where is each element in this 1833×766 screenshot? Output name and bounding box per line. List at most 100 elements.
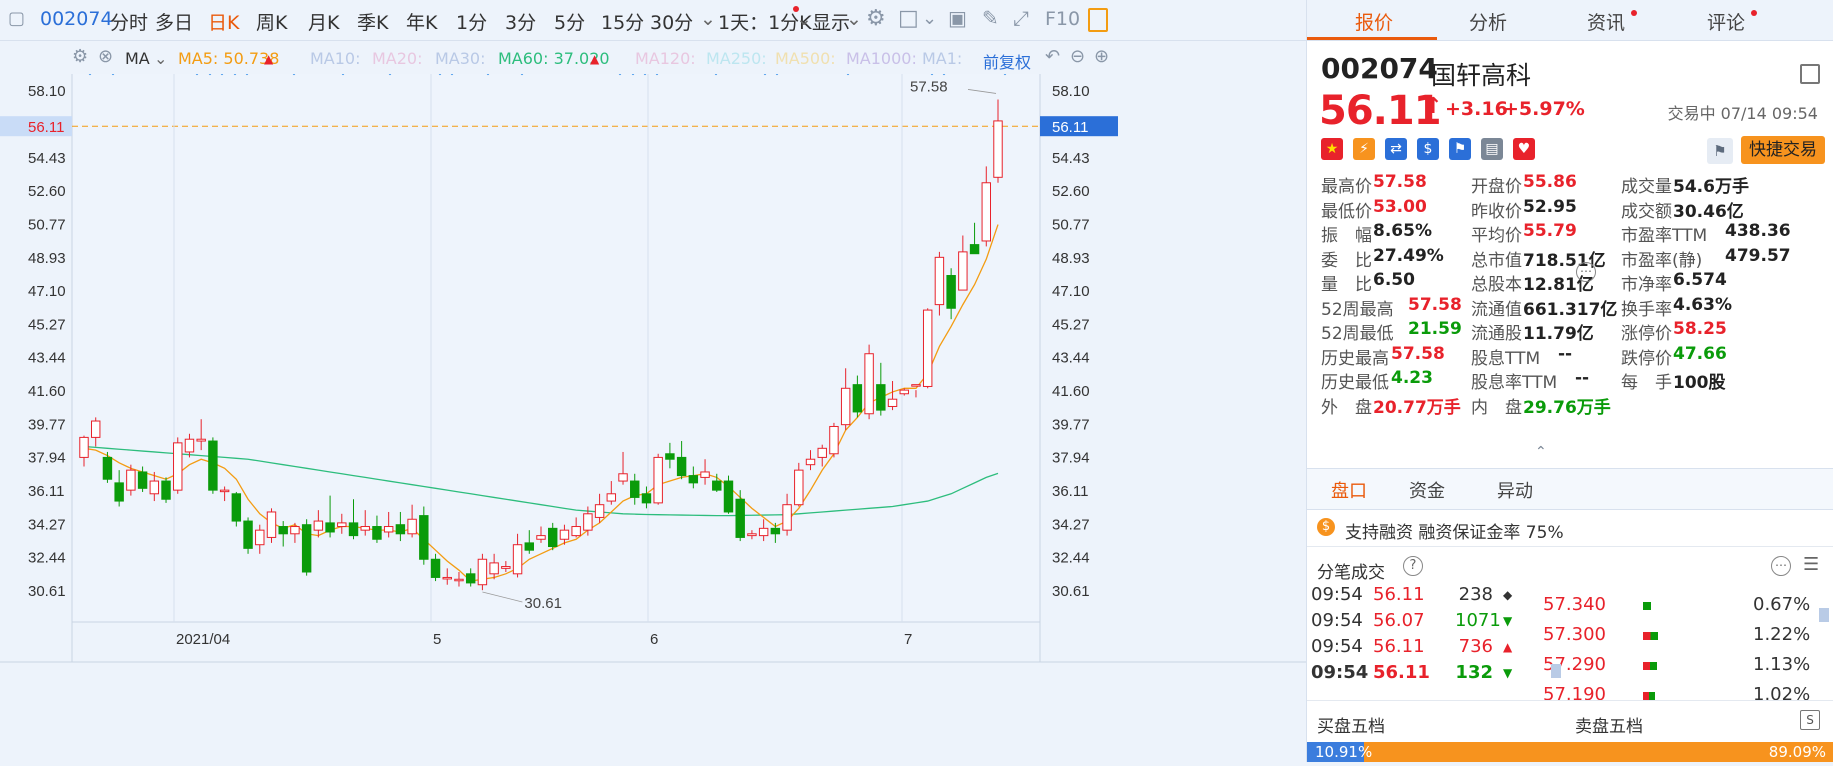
candle-body[interactable] — [758, 527, 769, 537]
candle-body[interactable] — [465, 573, 476, 584]
ma-selector[interactable]: MA — [125, 49, 150, 68]
deals-more-icon[interactable]: ⋯ — [1771, 556, 1791, 576]
candle-body[interactable] — [313, 520, 324, 531]
candle-body[interactable] — [79, 436, 89, 458]
candle-body[interactable] — [723, 480, 734, 513]
candle-body[interactable] — [196, 438, 206, 442]
candle-body[interactable] — [735, 498, 745, 538]
interval-dropdown-icon[interactable]: ⌄ — [796, 8, 812, 30]
scrollbar[interactable] — [1819, 608, 1829, 622]
expand-stats-icon[interactable]: ⌃ — [1535, 444, 1547, 460]
candle-body[interactable] — [887, 398, 898, 407]
ma-close-icon[interactable]: ⊗ — [98, 46, 113, 67]
candle-body[interactable] — [512, 544, 523, 575]
candle-body[interactable] — [383, 526, 394, 533]
tab-daily-k[interactable]: 日K — [208, 8, 239, 35]
candle-body[interactable] — [700, 471, 710, 478]
candle-body[interactable] — [360, 526, 370, 531]
display-dropdown-icon[interactable]: ⌄ — [846, 8, 862, 30]
candle-body[interactable] — [219, 489, 230, 493]
tab-quarterly-k[interactable]: 季K — [357, 8, 388, 35]
candle-body[interactable] — [805, 458, 816, 466]
candle-body[interactable] — [653, 456, 663, 504]
candle-body[interactable] — [255, 529, 265, 546]
candle-body[interactable] — [852, 384, 863, 413]
candle-body[interactable] — [301, 524, 312, 573]
ma-dropdown-icon[interactable]: ⌄ — [154, 49, 167, 68]
camera-icon[interactable]: ▣ — [948, 6, 967, 30]
candle-body[interactable] — [372, 526, 382, 540]
adjust-mode-button[interactable]: 前复权 — [983, 49, 1031, 73]
tab-news[interactable]: 资讯 — [1587, 8, 1625, 35]
fullscreen-icon[interactable]: ⤢ — [1013, 6, 1029, 30]
candle-body[interactable] — [969, 244, 980, 255]
tab-weekly-k[interactable]: 周K — [256, 8, 287, 35]
list-view-icon[interactable]: ☰ — [1803, 554, 1819, 575]
shuffle-icon[interactable]: ⇄ — [1385, 138, 1407, 160]
subtab-pankou[interactable]: 盘口 — [1331, 477, 1367, 503]
layout-box-icon[interactable]: □ — [898, 6, 919, 31]
bell-alert-icon[interactable]: ⚑ — [1707, 138, 1733, 164]
candle-body[interactable] — [208, 440, 218, 491]
f10-button[interactable]: F10 — [1045, 8, 1080, 30]
tab-monthly-k[interactable]: 月K — [308, 8, 339, 35]
candle-body[interactable] — [981, 182, 992, 242]
candle-body[interactable] — [840, 387, 851, 426]
candle-body[interactable] — [337, 522, 347, 528]
candle-body[interactable] — [911, 384, 921, 387]
tab-yearly-k[interactable]: 年K — [406, 8, 437, 35]
candle-body[interactable] — [583, 513, 593, 531]
candle-body[interactable] — [454, 578, 464, 582]
dollar-icon[interactable]: $ — [1417, 138, 1439, 160]
candle-body[interactable] — [137, 471, 148, 489]
candle-body[interactable] — [149, 480, 160, 495]
candle-body[interactable] — [407, 518, 417, 535]
candle-body[interactable] — [430, 558, 441, 578]
ma-settings-icon[interactable]: ⚙ — [72, 46, 88, 67]
undo-icon[interactable]: ↶ — [1045, 46, 1060, 67]
collapse-panel-icon[interactable] — [1800, 64, 1820, 84]
candle-body[interactable] — [876, 384, 886, 411]
candle-body[interactable] — [606, 493, 617, 502]
candle-body[interactable] — [559, 529, 570, 540]
s-toggle-icon[interactable]: S — [1800, 710, 1820, 730]
candle-body[interactable] — [231, 493, 242, 522]
candle-body[interactable] — [266, 511, 277, 538]
candle-body[interactable] — [442, 576, 452, 580]
candle-body[interactable] — [290, 526, 300, 535]
candle-body[interactable] — [325, 522, 335, 533]
candle-body[interactable] — [114, 482, 124, 502]
candle-body[interactable] — [899, 389, 909, 395]
lightning-icon[interactable]: ⚡ — [1353, 138, 1375, 160]
candle-body[interactable] — [173, 442, 183, 491]
document-icon[interactable]: ▤ — [1481, 138, 1503, 160]
candle-body[interactable] — [630, 480, 640, 498]
favorite-heart-icon[interactable]: ♥ — [1513, 138, 1535, 160]
candle-body[interactable] — [864, 353, 874, 415]
candle-body[interactable] — [102, 456, 113, 480]
candle-body[interactable] — [278, 526, 288, 535]
tab-15min[interactable]: 15分 — [601, 8, 644, 35]
candle-body[interactable] — [571, 526, 581, 537]
layout-dropdown-icon[interactable]: ⌄ — [922, 8, 937, 29]
candle-body[interactable] — [934, 256, 945, 306]
candle-body[interactable] — [126, 469, 136, 491]
tab-comments[interactable]: 评论 — [1707, 8, 1745, 35]
candle-body[interactable] — [90, 420, 101, 438]
candle-body[interactable] — [489, 562, 499, 575]
zoom-out-icon[interactable]: ⊖ — [1070, 46, 1085, 67]
candle-body[interactable] — [770, 527, 781, 535]
candle-body[interactable] — [641, 493, 652, 504]
tab-fenshi[interactable]: 分时 — [110, 8, 148, 35]
candle-body[interactable] — [817, 447, 827, 458]
candle-body[interactable] — [536, 535, 546, 540]
candle-body[interactable] — [594, 504, 605, 518]
candle-body[interactable] — [524, 542, 535, 551]
period-dropdown-icon[interactable]: ⌄ — [700, 8, 716, 30]
tab-3min[interactable]: 3分 — [505, 8, 536, 35]
china-flag-icon[interactable]: ★ — [1321, 138, 1343, 160]
tab-1min[interactable]: 1分 — [456, 8, 487, 35]
tag-icon[interactable]: ⚑ — [1449, 138, 1471, 160]
candle-body[interactable] — [395, 524, 406, 535]
candle-body[interactable] — [184, 438, 195, 453]
